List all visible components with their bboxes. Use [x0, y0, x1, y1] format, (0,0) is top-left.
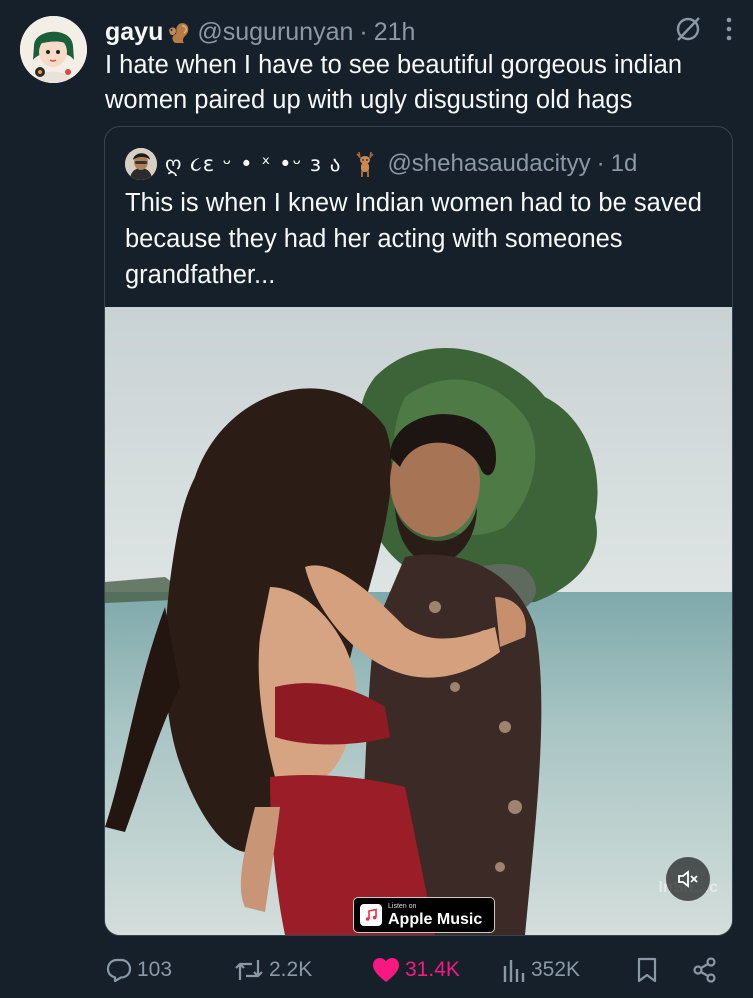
quoted-header: ღ ૮ɛ ᵕ • ˣ •ᵕ ɜ ა @shehasaudacityy · 1d: [125, 147, 716, 181]
views-button[interactable]: 352K: [501, 952, 580, 988]
quoted-time[interactable]: 1d: [611, 150, 638, 178]
apple-badge-small-text: Listen on: [388, 902, 417, 910]
tweet-text: I hate when I have to see beautiful gorg…: [105, 51, 682, 114]
quoted-author-name[interactable]: ღ ૮ɛ ᵕ • ˣ •ᵕ ɜ ა: [165, 152, 341, 177]
reply-icon: [106, 958, 132, 983]
quoted-avatar[interactable]: [125, 148, 157, 180]
header-icons: [673, 14, 733, 50]
like-button[interactable]: 31.4K: [371, 952, 460, 988]
quoted-tweet[interactable]: ღ ૮ɛ ᵕ • ˣ •ᵕ ɜ ა @shehasaudacityy · 1d …: [104, 126, 733, 936]
repost-button[interactable]: 2.2K: [233, 952, 312, 988]
mute-button[interactable]: [666, 857, 710, 901]
apple-music-icon: [360, 904, 382, 926]
apple-music-badge[interactable]: Listen on Apple Music: [353, 897, 495, 933]
squirrel-emoji: [165, 20, 191, 44]
author-avatar[interactable]: [20, 16, 87, 83]
grok-icon[interactable]: [673, 14, 703, 51]
share-button[interactable]: [691, 952, 723, 988]
views-icon: [503, 960, 525, 982]
bookmark-button[interactable]: [635, 952, 663, 988]
reply-button[interactable]: 103: [105, 952, 172, 988]
like-count: 31.4K: [405, 958, 460, 981]
quoted-text: This is when I knew Indian women had to …: [125, 189, 702, 289]
video-player[interactable]: InSh…c Listen on Apple Music: [105, 307, 732, 935]
separator-dot: ·: [359, 17, 368, 46]
repost-count: 2.2K: [269, 958, 313, 981]
quoted-separator-dot: ·: [596, 150, 605, 177]
video-frame: [105, 307, 732, 935]
mute-icon: [678, 870, 698, 888]
heart-icon: [373, 958, 399, 982]
action-bar: 103 2.2K 31.4K 352K: [105, 952, 735, 988]
view-count: 352K: [531, 958, 581, 981]
deer-emoji: [353, 150, 377, 178]
tweet-time[interactable]: 21h: [374, 18, 416, 47]
author-handle[interactable]: @sugurunyan: [197, 18, 353, 47]
bookmark-icon: [637, 957, 657, 983]
reply-count: 103: [137, 958, 173, 981]
tweet-header: gayu @sugurunyan · 21h: [105, 14, 733, 50]
more-icon[interactable]: [725, 16, 733, 49]
quoted-author-handle[interactable]: @shehasaudacityy: [387, 150, 590, 178]
repost-icon: [235, 960, 263, 980]
apple-badge-text: Apple Music: [388, 910, 483, 928]
author-name[interactable]: gayu: [105, 18, 163, 47]
share-icon: [693, 957, 716, 983]
